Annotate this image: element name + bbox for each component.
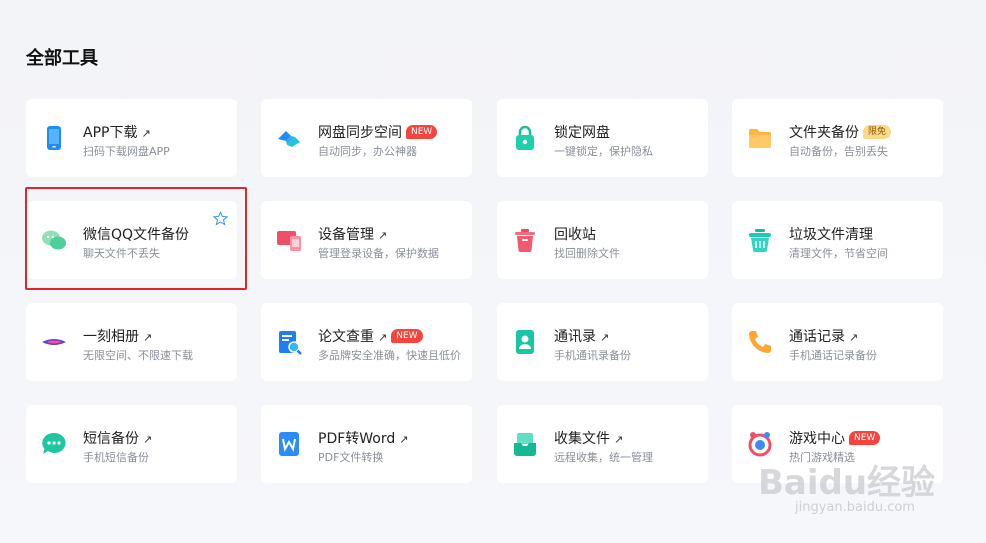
phone-icon xyxy=(47,126,61,150)
tool-card-junk-cleanup[interactable]: 垃圾文件清理 清理文件，节省空间 xyxy=(732,201,943,279)
tool-desc: 手机通讯录备份 xyxy=(554,349,631,362)
message-icon xyxy=(42,432,66,454)
new-badge: NEW xyxy=(406,125,438,139)
word-icon xyxy=(279,432,299,456)
tool-card-pdf-to-word[interactable]: PDF转Word ↗ PDF文件转换 xyxy=(261,405,472,483)
folder-icon xyxy=(749,129,771,148)
tool-name: 网盘同步空间 NEW xyxy=(318,122,438,142)
tool-name: 短信备份 ↗ xyxy=(83,431,153,447)
tool-card-recycle-bin[interactable]: 回收站 找回删除文件 xyxy=(497,201,708,279)
external-link-icon: ↗ xyxy=(378,229,388,242)
external-link-icon: ↗ xyxy=(143,433,153,446)
tool-card-yike-album[interactable]: 一刻相册 ↗ 无限空间、不限速下载 xyxy=(26,303,237,381)
external-link-icon: ↗ xyxy=(378,331,388,344)
tool-card-collect-files[interactable]: 收集文件 ↗ 远程收集，统一管理 xyxy=(497,405,708,483)
tool-desc: 扫码下载网盘APP xyxy=(83,145,170,158)
tool-name: 收集文件 ↗ xyxy=(554,431,624,447)
sync-icon xyxy=(278,131,300,147)
new-badge: NEW xyxy=(849,431,881,445)
tool-desc: 手机短信备份 xyxy=(83,451,149,464)
tool-card-device-management[interactable]: 设备管理 ↗ 管理登录设备，保护数据 xyxy=(261,201,472,279)
tool-name: 文件夹备份 限免 xyxy=(789,122,892,142)
document-search-icon xyxy=(279,331,302,355)
limited-free-badge: 限免 xyxy=(863,125,892,139)
contacts-icon xyxy=(516,330,534,354)
tool-card-paper-check[interactable]: 论文查重 ↗ NEW 多品牌安全准确，快速且低价 xyxy=(261,303,472,381)
tool-desc: 管理登录设备，保护数据 xyxy=(318,247,439,260)
external-link-icon: ↗ xyxy=(143,331,153,344)
tool-desc: 无限空间、不限速下载 xyxy=(83,349,193,362)
tool-desc: 清理文件，节省空间 xyxy=(789,247,888,260)
external-link-icon: ↗ xyxy=(399,433,409,446)
tool-desc: PDF文件转换 xyxy=(318,451,384,464)
tool-card-sms-backup[interactable]: 短信备份 ↗ 手机短信备份 xyxy=(26,405,237,483)
tool-name: 通话记录 ↗ xyxy=(789,329,859,345)
external-link-icon: ↗ xyxy=(600,331,610,344)
tool-name: 锁定网盘 xyxy=(554,125,610,141)
tool-card-call-log[interactable]: 通话记录 ↗ 手机通话记录备份 xyxy=(732,303,943,381)
tool-desc: 一键锁定，保护隐私 xyxy=(554,145,653,158)
tool-name: 游戏中心 NEW xyxy=(789,428,881,448)
tool-card-contacts[interactable]: 通讯录 ↗ 手机通讯录备份 xyxy=(497,303,708,381)
external-link-icon: ↗ xyxy=(849,331,859,344)
lock-icon xyxy=(516,125,534,150)
inbox-icon xyxy=(514,433,536,456)
tool-desc: 远程收集，统一管理 xyxy=(554,451,653,464)
tool-name: 一刻相册 ↗ xyxy=(83,329,153,345)
game-icon xyxy=(748,432,772,457)
tool-name: 论文查重 ↗ NEW xyxy=(318,326,423,346)
tool-name: 垃圾文件清理 xyxy=(789,227,873,243)
external-link-icon: ↗ xyxy=(141,127,151,140)
watermark-url: jingyan.baidu.com xyxy=(795,500,915,515)
phone-call-icon xyxy=(749,331,771,353)
tool-desc: 多品牌安全准确，快速且低价 xyxy=(318,349,461,362)
album-icon xyxy=(42,339,66,345)
tool-name: APP下载 ↗ xyxy=(83,125,151,141)
tool-card-folder-backup[interactable]: 文件夹备份 限免 自动备份，告别丢失 xyxy=(732,99,943,177)
selection-highlight-frame xyxy=(25,187,247,290)
new-badge: NEW xyxy=(391,329,423,343)
trash-icon xyxy=(515,229,535,252)
tool-name: 通讯录 ↗ xyxy=(554,329,610,345)
tool-desc: 找回删除文件 xyxy=(554,247,620,260)
tool-card-sync-space[interactable]: 网盘同步空间 NEW 自动同步，办公神器 xyxy=(261,99,472,177)
tool-desc: 自动备份，告别丢失 xyxy=(789,145,888,158)
tool-name: PDF转Word ↗ xyxy=(318,431,409,447)
watermark-logo: Baidu经验 xyxy=(758,463,936,503)
devices-icon xyxy=(277,231,301,251)
tool-name: 回收站 xyxy=(554,227,596,243)
tool-name: 设备管理 ↗ xyxy=(318,227,388,243)
basket-icon xyxy=(749,229,771,252)
page-title: 全部工具 xyxy=(26,48,98,69)
tool-card-lock-drive[interactable]: 锁定网盘 一键锁定，保护隐私 xyxy=(497,99,708,177)
tool-desc: 手机通话记录备份 xyxy=(789,349,877,362)
tool-card-app-download[interactable]: APP下载 ↗ 扫码下载网盘APP xyxy=(26,99,237,177)
external-link-icon: ↗ xyxy=(614,433,624,446)
tool-desc: 自动同步，办公神器 xyxy=(318,145,417,158)
